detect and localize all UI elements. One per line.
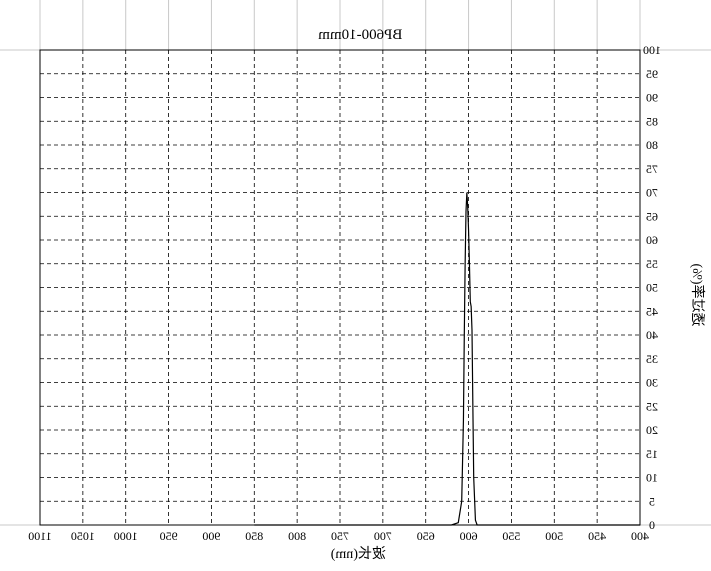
y-tick-label: 35 bbox=[646, 352, 658, 366]
chart-background bbox=[0, 0, 711, 571]
y-tick-label: 85 bbox=[646, 114, 658, 128]
chart-title: BP600-10mm bbox=[318, 27, 403, 43]
x-tick-label: 700 bbox=[374, 529, 392, 543]
y-tick-label: 60 bbox=[646, 233, 658, 247]
y-tick-label: 25 bbox=[646, 399, 658, 413]
y-tick-label: 80 bbox=[646, 138, 658, 152]
y-axis-label: 透过率(%) bbox=[689, 263, 706, 326]
x-tick-label: 1000 bbox=[114, 529, 138, 543]
x-tick-label: 900 bbox=[202, 529, 220, 543]
y-tick-label: 50 bbox=[646, 281, 658, 295]
x-tick-label: 800 bbox=[288, 529, 306, 543]
y-tick-label: 75 bbox=[646, 162, 658, 176]
y-tick-label: 65 bbox=[646, 209, 658, 223]
x-axis-label: 波长(nm) bbox=[330, 546, 386, 562]
y-tick-label: 40 bbox=[646, 328, 658, 342]
x-tick-label: 1100 bbox=[28, 529, 52, 543]
transmittance-chart: 1100 1050 1000 950 900 850 800 750 700 650 600 550 5… bbox=[0, 0, 711, 571]
y-tick-label: 5 bbox=[649, 494, 655, 508]
chart: 1100 1050 1000 950 900 850 800 750 700 650 600 550 5… bbox=[0, 0, 711, 571]
y-tick-label: 45 bbox=[646, 304, 658, 318]
x-tick-label: 450 bbox=[588, 529, 606, 543]
y-tick-label: 15 bbox=[646, 447, 658, 461]
x-tick-label: 600 bbox=[460, 529, 478, 543]
x-tick-label: 650 bbox=[417, 529, 435, 543]
y-tick-label: 90 bbox=[646, 91, 658, 105]
x-tick-label: 500 bbox=[545, 529, 563, 543]
x-tick-label: 400 bbox=[631, 529, 649, 543]
x-tick-labels: 1100 1050 1000 950 900 850 800 750 700 650 600 550 5… bbox=[28, 529, 649, 543]
x-tick-label: 950 bbox=[160, 529, 178, 543]
x-tick-label: 850 bbox=[245, 529, 263, 543]
y-tick-label: 0 bbox=[649, 518, 655, 532]
y-tick-label: 10 bbox=[646, 471, 658, 485]
x-tick-label: 550 bbox=[502, 529, 520, 543]
y-tick-label: 70 bbox=[646, 186, 658, 200]
x-tick-label: 750 bbox=[331, 529, 349, 543]
y-tick-label: 100 bbox=[643, 43, 661, 57]
x-tick-label: 1050 bbox=[71, 529, 95, 543]
y-tick-label: 55 bbox=[646, 257, 658, 271]
y-tick-label: 20 bbox=[646, 423, 658, 437]
y-tick-label: 95 bbox=[646, 67, 658, 81]
y-tick-label: 30 bbox=[646, 376, 658, 390]
